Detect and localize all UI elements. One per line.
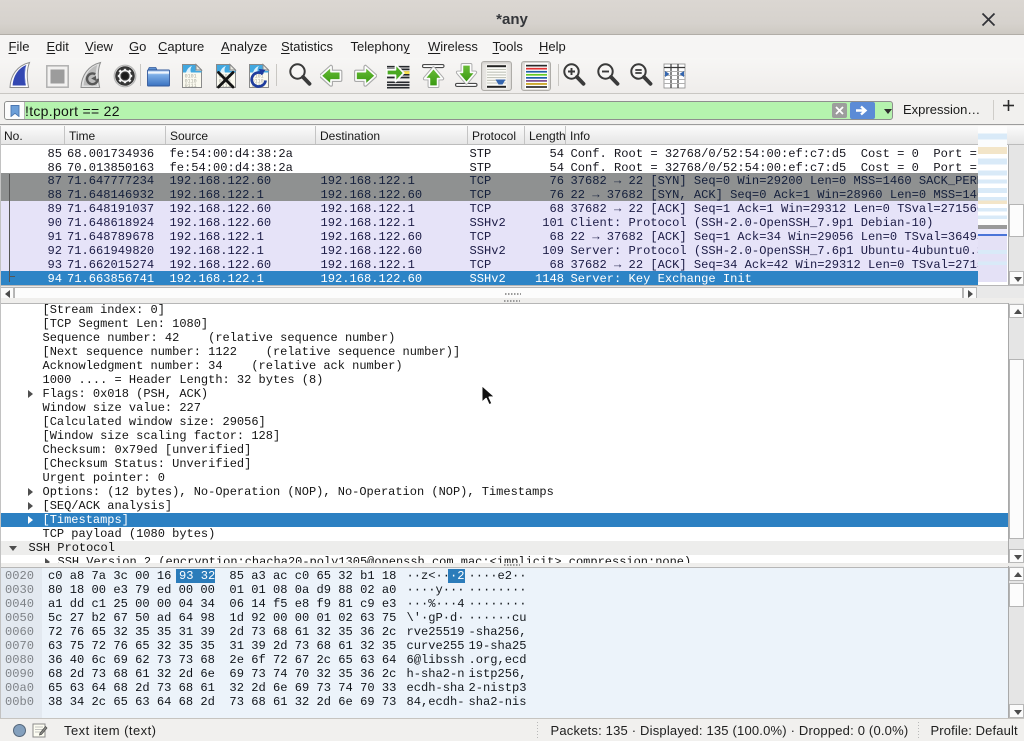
svg-text:0111: 0111 xyxy=(185,83,197,89)
